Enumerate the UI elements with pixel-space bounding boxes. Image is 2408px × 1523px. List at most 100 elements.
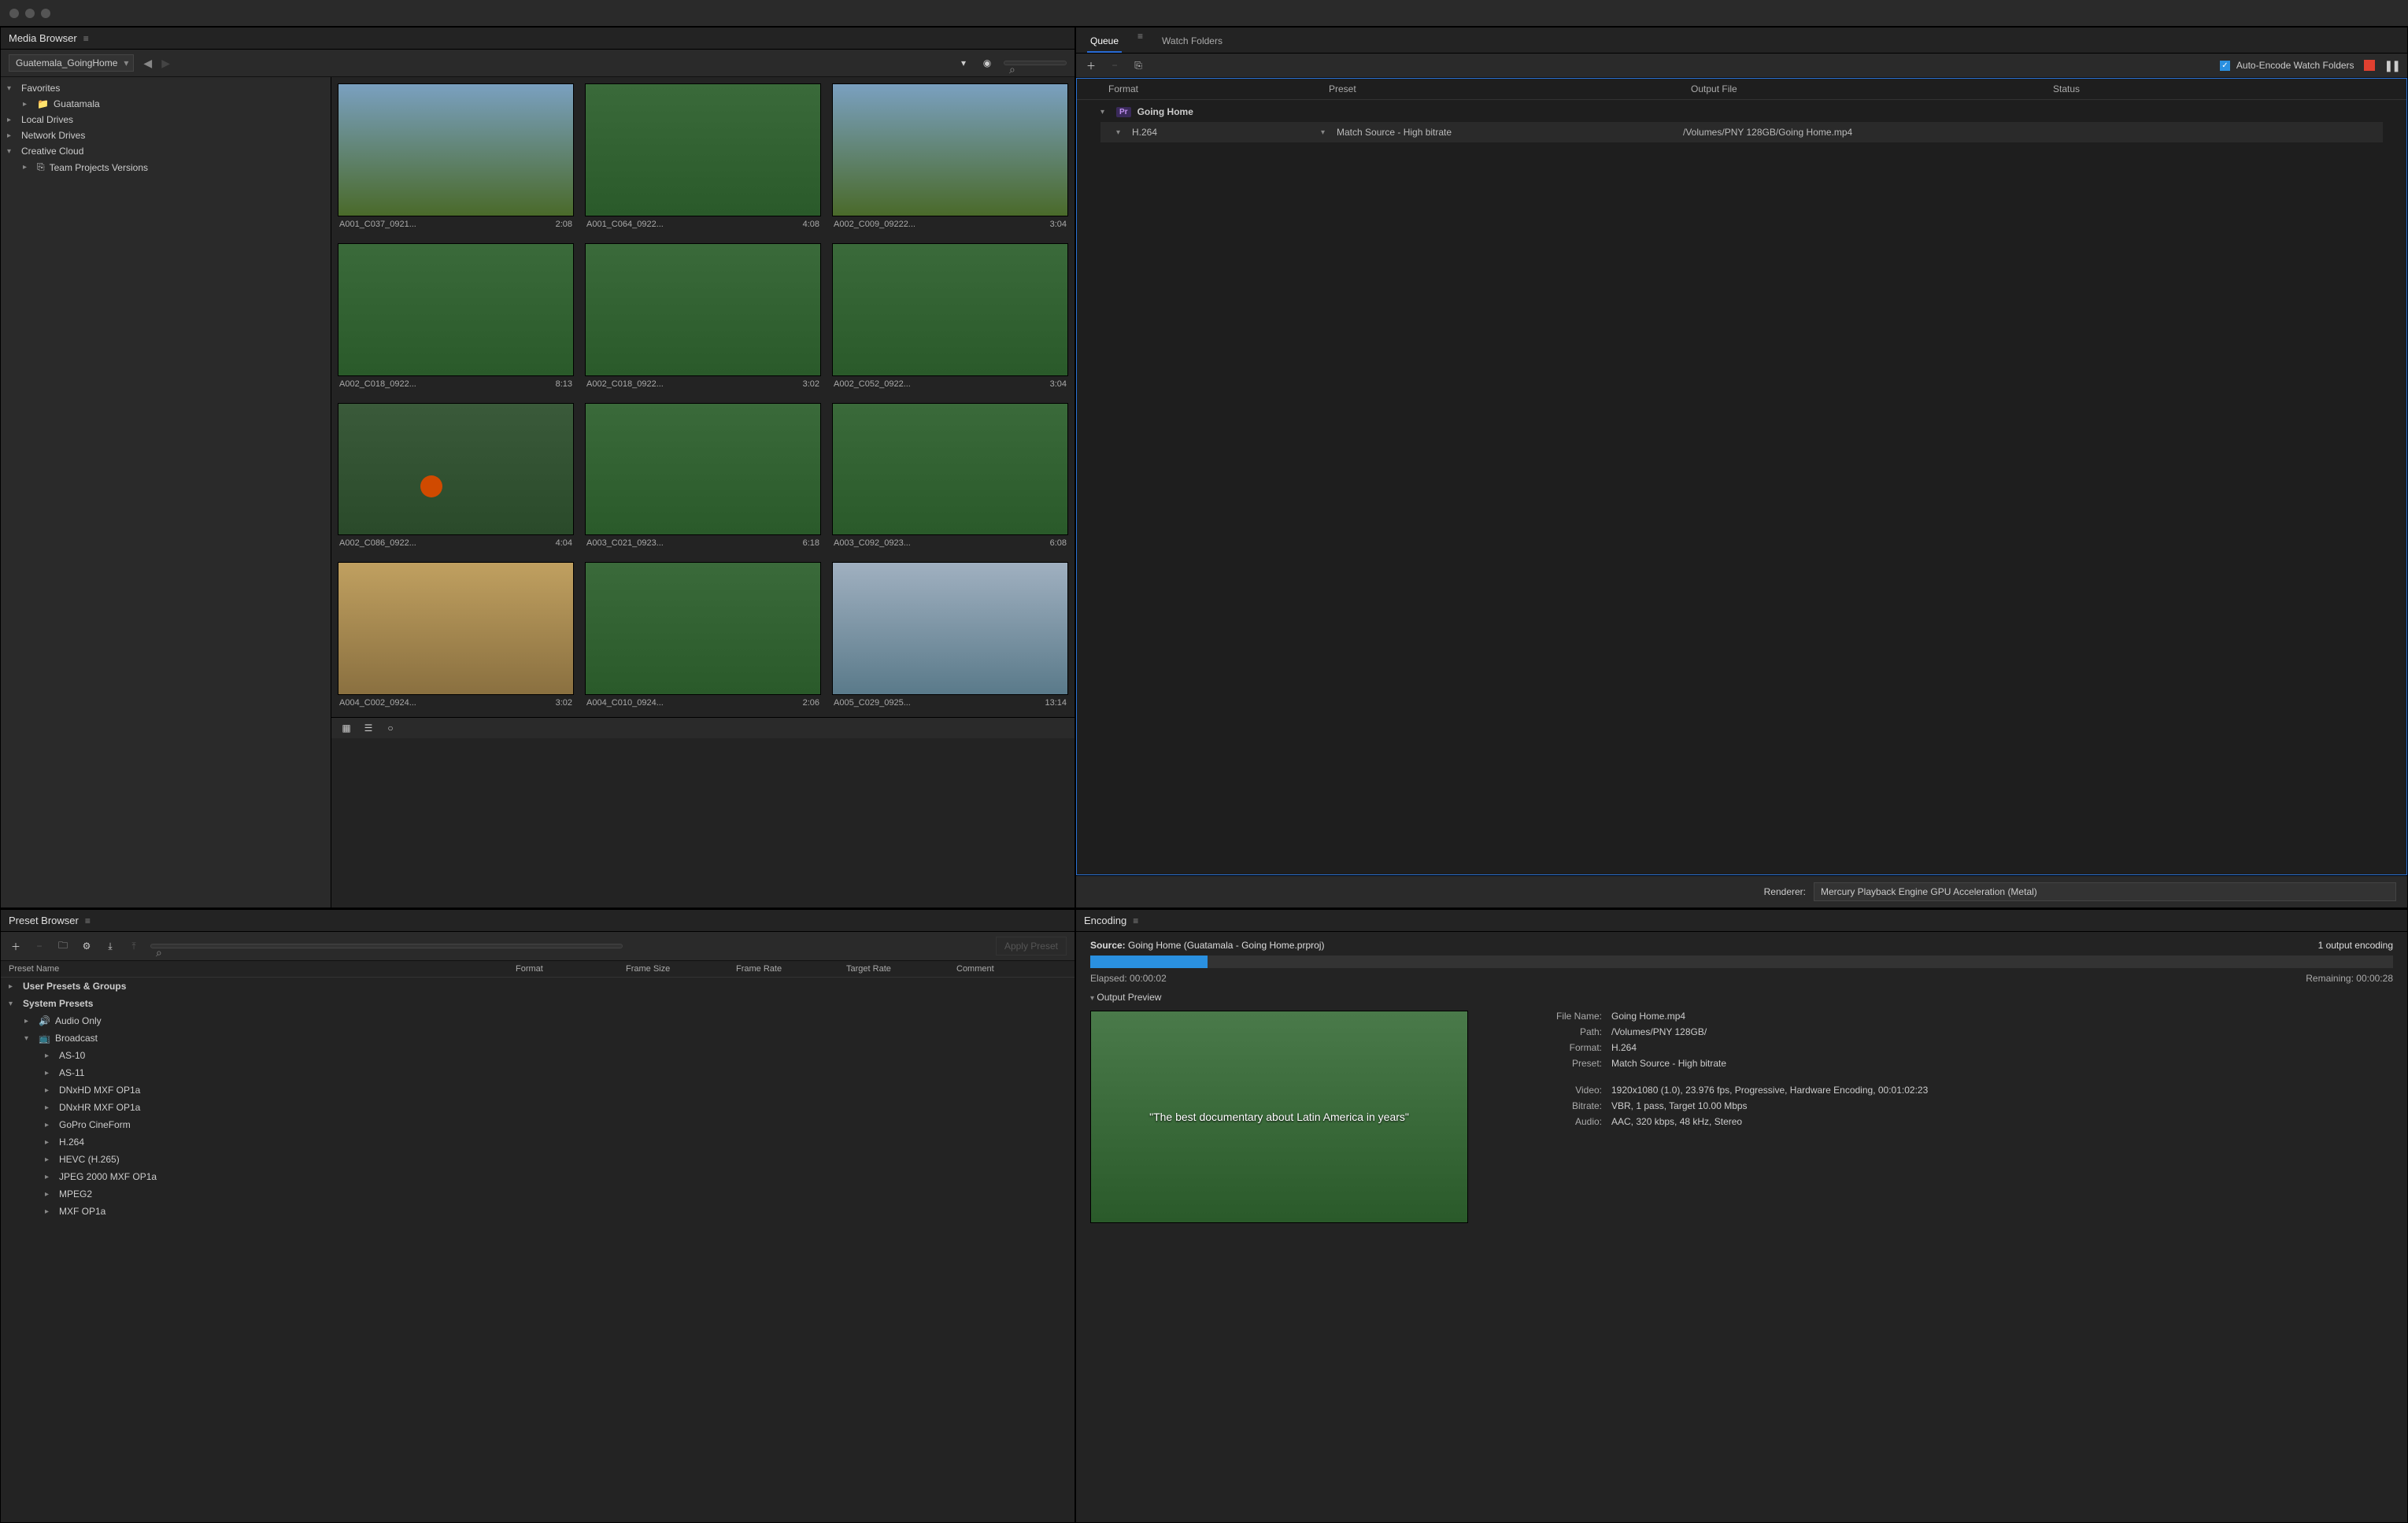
premiere-badge-icon: Pr xyxy=(1116,107,1131,117)
tree-guatemala[interactable]: ▸📁Guatamala xyxy=(1,96,331,112)
folder-icon: 📁 xyxy=(37,98,49,109)
remaining-value: 00:00:28 xyxy=(2356,973,2393,984)
col-status: Status xyxy=(2053,83,2375,94)
clip-name: A002_C052_0922... xyxy=(834,379,911,389)
tree-creative-cloud[interactable]: ▾Creative Cloud xyxy=(1,143,331,159)
col-preset: Preset xyxy=(1329,83,1691,94)
ingest-icon[interactable]: ◉ xyxy=(980,56,994,70)
queue-job[interactable]: ▾ Pr Going Home ▾H.264 ▾Match Source - H… xyxy=(1077,100,2406,147)
clip-item[interactable]: A003_C021_0923... 6:18 xyxy=(585,403,821,552)
broadcast-icon: 📺 xyxy=(39,1033,50,1044)
clip-item[interactable]: A002_C052_0922...3:04 xyxy=(832,243,1068,392)
remove-icon: − xyxy=(1108,58,1122,72)
clip-item[interactable]: A003_C092_0923...6:08 xyxy=(832,403,1068,552)
source-label: Source: xyxy=(1090,940,1126,951)
pause-button[interactable]: ❚❚ xyxy=(2384,59,2399,72)
clip-duration: 13:14 xyxy=(1045,698,1067,708)
clip-thumbnail xyxy=(832,243,1068,376)
media-search-input[interactable] xyxy=(1004,61,1067,65)
view-thumb-icon[interactable]: ▦ xyxy=(339,721,353,735)
renderer-dropdown[interactable]: Mercury Playback Engine GPU Acceleration… xyxy=(1814,882,2396,901)
clip-duration: 4:08 xyxy=(803,220,819,229)
queue-menu-icon[interactable]: ≡ xyxy=(1137,31,1143,53)
preset-item[interactable]: ▸HEVC (H.265) xyxy=(1,1151,1075,1168)
clip-thumbnail xyxy=(585,403,821,536)
filter-icon[interactable]: ▾ xyxy=(956,56,971,70)
clip-item[interactable]: A002_C018_0922...3:02 xyxy=(585,243,821,392)
panel-menu-icon[interactable]: ≡ xyxy=(83,33,89,44)
preset-user-group[interactable]: ▸User Presets & Groups xyxy=(1,978,1075,995)
preset-item[interactable]: ▸AS-10 xyxy=(1,1047,1075,1064)
view-list-icon[interactable]: ☰ xyxy=(361,721,375,735)
preset-item[interactable]: ▸JPEG 2000 MXF OP1a xyxy=(1,1168,1075,1185)
preset-item[interactable]: ▸AS-11 xyxy=(1,1064,1075,1081)
duplicate-icon[interactable]: ⎘ xyxy=(1131,58,1145,72)
nav-fwd-icon: ▶ xyxy=(161,57,170,70)
clip-item[interactable]: A001_C064_0922...4:08 xyxy=(585,83,821,232)
clip-grid: A001_C037_0921...2:08A001_C064_0922...4:… xyxy=(331,77,1075,717)
clip-item[interactable]: A002_C086_0922...4:04 xyxy=(338,403,574,552)
tree-team-projects[interactable]: ▸⎘Team Projects Versions xyxy=(1,159,331,176)
add-source-icon[interactable]: ＋ xyxy=(1084,58,1098,72)
job-title: Going Home xyxy=(1137,106,1193,117)
job-chevron-icon[interactable]: ▾ xyxy=(1100,108,1110,116)
clip-item[interactable]: A004_C002_0924...3:02 xyxy=(338,562,574,711)
preset-menu-icon[interactable]: ≡ xyxy=(85,915,91,926)
output-preview-label: Output Preview xyxy=(1097,992,1161,1003)
clip-item[interactable]: A002_C009_09222...3:04 xyxy=(832,83,1068,232)
preset-broadcast[interactable]: ▾📺Broadcast xyxy=(1,1030,1075,1047)
preset-import-icon[interactable]: ⤓ xyxy=(103,939,117,953)
preset-group-icon[interactable]: 🗀 xyxy=(56,939,70,953)
encoding-title: Encoding xyxy=(1084,915,1126,926)
traffic-light-max[interactable] xyxy=(41,9,50,18)
clip-name: A005_C029_0925... xyxy=(834,698,911,708)
clip-duration: 6:18 xyxy=(803,538,819,548)
renderer-label: Renderer: xyxy=(1764,886,1806,897)
encoding-menu-icon[interactable]: ≡ xyxy=(1133,915,1138,926)
clip-item[interactable]: A004_C010_0924...2:06 xyxy=(585,562,821,711)
clip-thumbnail xyxy=(585,562,821,695)
preset-settings-icon[interactable]: ⚙ xyxy=(80,939,94,953)
clip-name: A002_C018_0922... xyxy=(339,379,416,389)
preset-item[interactable]: ▸GoPro CineForm xyxy=(1,1116,1075,1133)
tree-local-drives[interactable]: ▸Local Drives xyxy=(1,112,331,128)
delete-preset-icon: − xyxy=(32,939,46,953)
output-count: 1 output encoding xyxy=(2318,940,2393,951)
clip-item[interactable]: A001_C037_0921...2:08 xyxy=(338,83,574,232)
preset-audio-only[interactable]: ▸🔊Audio Only xyxy=(1,1012,1075,1030)
preset-system-group[interactable]: ▾System Presets xyxy=(1,995,1075,1012)
preset-item[interactable]: ▸MXF OP1a xyxy=(1,1203,1075,1220)
new-preset-icon[interactable]: ＋ xyxy=(9,939,23,953)
audio-icon: 🔊 xyxy=(39,1015,50,1026)
clip-thumbnail xyxy=(338,243,574,376)
clip-name: A003_C021_0923... xyxy=(586,538,664,548)
traffic-light-close[interactable] xyxy=(9,9,19,18)
queue-output-row[interactable]: ▾H.264 ▾Match Source - High bitrate /Vol… xyxy=(1100,122,2383,142)
col-format: Format xyxy=(1108,83,1329,94)
clip-name: A002_C086_0922... xyxy=(339,538,416,548)
preset-item[interactable]: ▸H.264 xyxy=(1,1133,1075,1151)
preset-search-input[interactable] xyxy=(150,944,623,948)
preset-item[interactable]: ▸DNxHR MXF OP1a xyxy=(1,1099,1075,1116)
auto-encode-checkbox[interactable]: ✓ Auto-Encode Watch Folders xyxy=(2220,60,2354,71)
tree-network-drives[interactable]: ▸Network Drives xyxy=(1,128,331,143)
tab-watch-folders[interactable]: Watch Folders xyxy=(1159,31,1226,53)
preview-chevron-icon[interactable]: ▾ xyxy=(1090,994,1094,1003)
preset-item[interactable]: ▸MPEG2 xyxy=(1,1185,1075,1203)
tab-queue[interactable]: Queue xyxy=(1087,31,1122,53)
tree-favorites[interactable]: ▾Favorites xyxy=(1,80,331,96)
encoding-panel: Encoding ≡ Source: Going Home (Guatamala… xyxy=(1075,909,2408,1523)
clip-item[interactable]: A005_C029_0925... 13:14 xyxy=(832,562,1068,711)
window-titlebar xyxy=(0,0,2408,27)
path-dropdown[interactable]: Guatemala_GoingHome xyxy=(9,54,134,72)
traffic-light-min[interactable] xyxy=(25,9,35,18)
zoom-slider-icon[interactable]: ○ xyxy=(383,721,398,735)
stop-button[interactable] xyxy=(2364,60,2375,71)
clip-thumbnail xyxy=(585,83,821,216)
clip-name: A002_C009_09222... xyxy=(834,220,915,229)
nav-back-icon[interactable]: ◀ xyxy=(143,57,152,70)
media-tree: ▾Favorites ▸📁Guatamala ▸Local Drives ▸Ne… xyxy=(1,77,331,908)
clip-item[interactable]: A002_C018_0922...8:13 xyxy=(338,243,574,392)
preset-item[interactable]: ▸DNxHD MXF OP1a xyxy=(1,1081,1075,1099)
clip-name: A003_C092_0923... xyxy=(834,538,911,548)
